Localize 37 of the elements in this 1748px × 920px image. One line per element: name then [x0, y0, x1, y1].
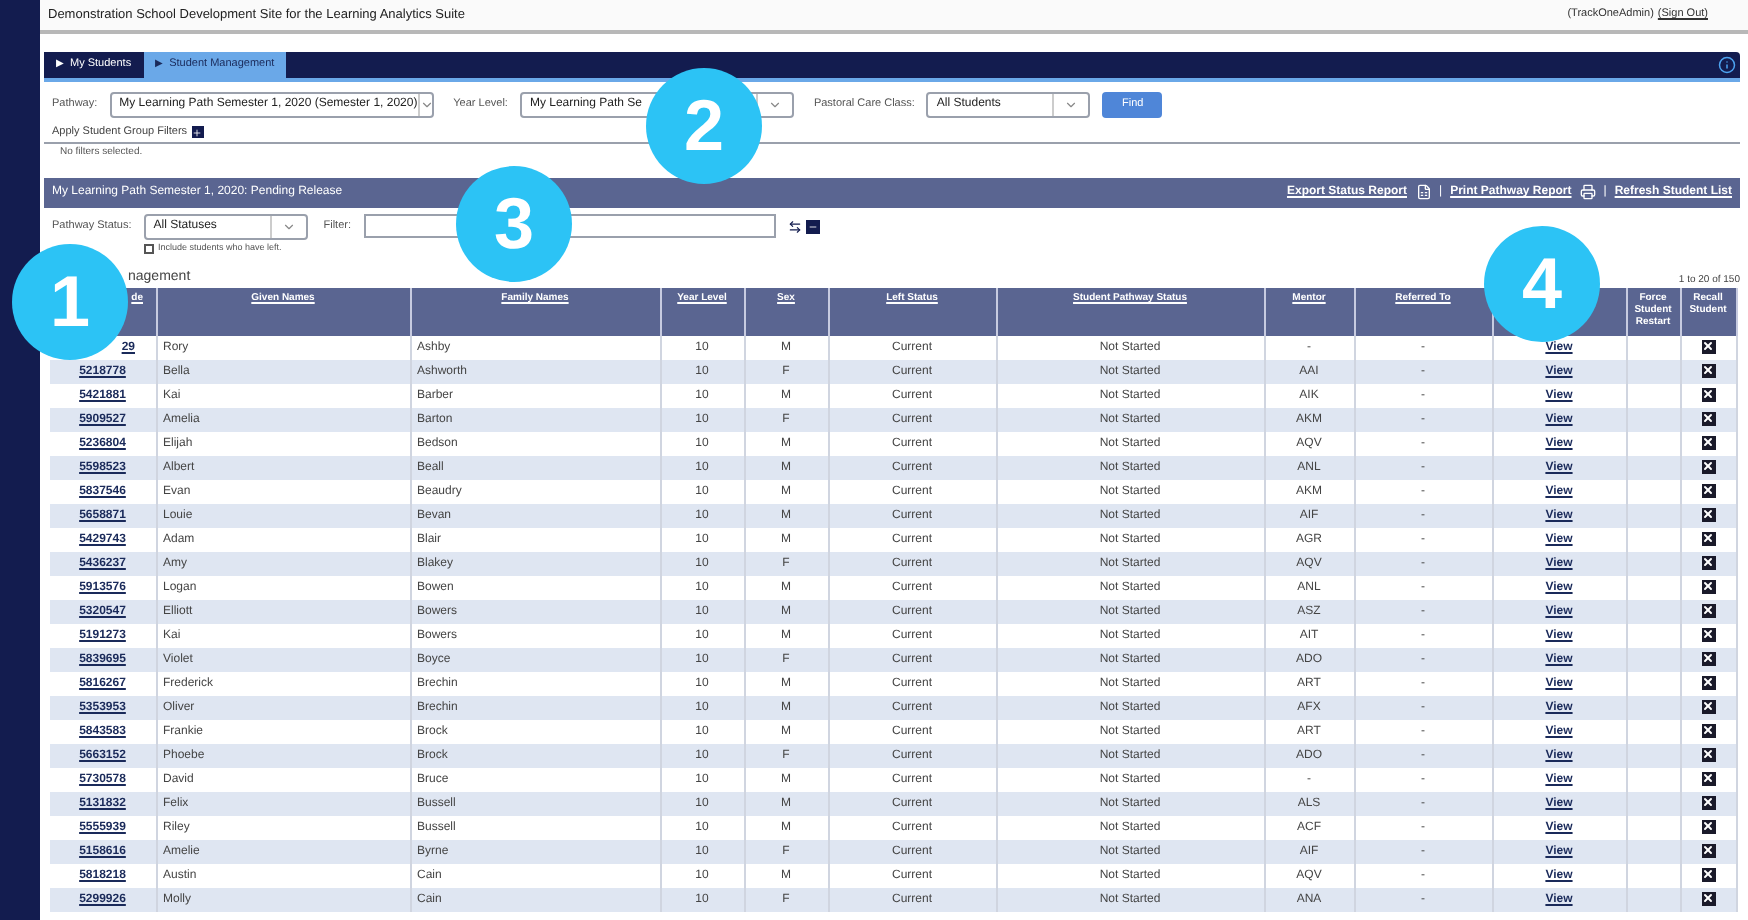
recall-button[interactable] [1701, 867, 1715, 882]
recall-button[interactable] [1701, 363, 1715, 378]
recall-button[interactable] [1701, 771, 1715, 786]
callout-badge: 3 [456, 166, 572, 282]
recall-button[interactable] [1701, 651, 1715, 666]
info-icon[interactable] [1718, 56, 1736, 74]
recall-button[interactable] [1701, 483, 1715, 498]
swap-arrows-icon[interactable] [787, 219, 801, 234]
collapse-icon[interactable] [805, 219, 819, 234]
callout-badge: 4 [1484, 226, 1600, 342]
recall-button[interactable] [1701, 723, 1715, 738]
recall-button[interactable] [1701, 819, 1715, 834]
recall-button[interactable] [1701, 531, 1715, 546]
recall-button[interactable] [1701, 795, 1715, 810]
recall-button[interactable] [1701, 627, 1715, 642]
checkbox[interactable] [144, 243, 154, 254]
recall-button[interactable] [1701, 579, 1715, 594]
recall-button[interactable] [1701, 891, 1715, 906]
chevron-down-icon [1064, 98, 1079, 112]
recall-button[interactable] [1701, 675, 1715, 690]
chevron-down-icon [281, 219, 296, 234]
recall-button[interactable] [1701, 555, 1715, 570]
recall-button[interactable] [1701, 843, 1715, 858]
recall-button[interactable] [1701, 435, 1715, 450]
recall-button[interactable] [1701, 339, 1715, 354]
printer-icon [1579, 184, 1596, 201]
add-filter-icon[interactable] [191, 126, 204, 139]
spreadsheet-icon [1415, 184, 1431, 201]
recall-button[interactable] [1701, 747, 1715, 762]
chevron-down-icon [419, 98, 434, 112]
recall-button[interactable] [1701, 459, 1715, 474]
recall-button[interactable] [1701, 699, 1715, 714]
recall-button[interactable] [1701, 603, 1715, 618]
recall-button[interactable] [1701, 387, 1715, 402]
recall-button[interactable] [1701, 507, 1715, 522]
chevron-down-icon [767, 98, 782, 112]
recall-button[interactable] [1701, 411, 1715, 426]
